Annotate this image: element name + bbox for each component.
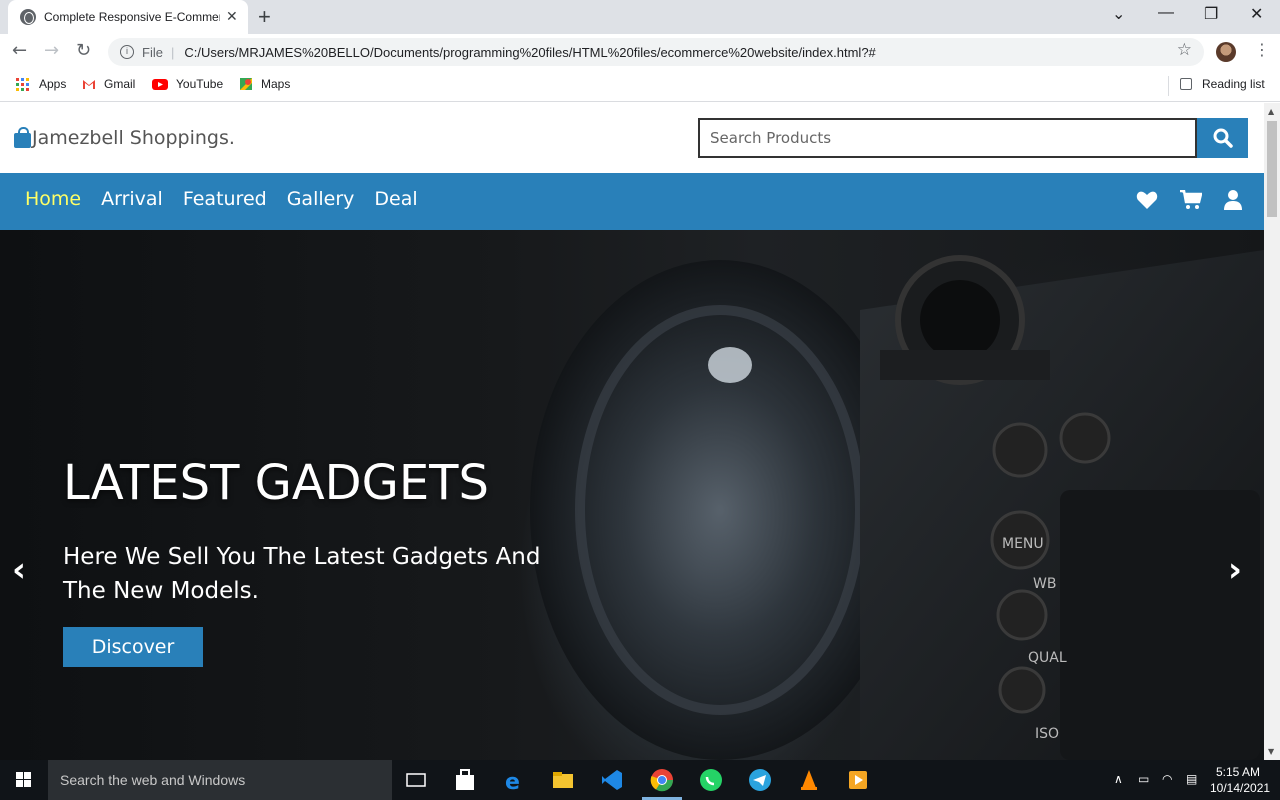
search-icon <box>1213 128 1233 148</box>
browser-tab-strip: Complete Responsive E-Commerce ✕ + ⌄ — ❐… <box>0 0 1280 34</box>
url-separator: | <box>170 44 175 60</box>
bookmark-apps[interactable]: Apps <box>16 77 66 91</box>
nav-links: Home Arrival Featured Gallery Deal <box>25 188 418 210</box>
reload-icon[interactable]: ↻ <box>76 40 91 61</box>
file-explorer-icon[interactable] <box>551 768 575 792</box>
bookmarks-bar: Apps Gmail YouTube Maps Reading list <box>0 70 1280 102</box>
address-bar-row: ← → ↻ i File | C:/Users/MRJAMES%20BELLO/… <box>0 34 1280 70</box>
minimize-button[interactable]: — <box>1158 4 1174 22</box>
tab-search-icon[interactable]: ⌄ <box>1112 4 1125 24</box>
edge-icon[interactable]: e <box>502 768 526 792</box>
url-scheme-label: File <box>142 44 163 60</box>
page-scrollbar[interactable]: ▲ ▼ <box>1264 103 1280 760</box>
bookmarks-divider <box>1168 76 1169 96</box>
svg-text:e: e <box>505 770 520 792</box>
user-icon[interactable] <box>1224 190 1242 210</box>
bookmark-label: Apps <box>39 77 67 91</box>
whatsapp-icon[interactable] <box>699 768 723 792</box>
bookmark-label: Maps <box>261 77 291 91</box>
discover-button[interactable]: Discover <box>63 627 203 667</box>
shopping-bag-icon <box>14 126 31 148</box>
gmail-icon <box>83 80 95 89</box>
restore-button[interactable]: ❐ <box>1204 4 1218 24</box>
apps-grid-icon <box>16 77 29 91</box>
tab-close-button[interactable]: ✕ <box>226 9 238 25</box>
maps-icon <box>240 78 252 90</box>
search-input[interactable] <box>698 118 1197 158</box>
camera-label-menu: MENU <box>1002 536 1044 552</box>
forward-icon[interactable]: → <box>44 40 59 61</box>
camera-label-qual: QUAL <box>1028 650 1067 666</box>
slider-prev-icon[interactable]: ‹ <box>12 550 26 590</box>
web-page: Jamezbell Shoppings. Home Arrival Featur… <box>0 103 1264 760</box>
reading-list-icon <box>1180 78 1192 90</box>
site-header: Jamezbell Shoppings. <box>0 103 1264 173</box>
camera-label-wb: WB <box>1033 576 1056 592</box>
cart-icon[interactable] <box>1180 190 1202 210</box>
close-window-button[interactable]: ✕ <box>1250 4 1263 24</box>
bookmark-label: YouTube <box>176 77 224 91</box>
tray-date[interactable]: 10/14/2021 <box>1210 781 1270 795</box>
tray-chevron-icon[interactable]: ∧ <box>1114 772 1123 786</box>
bookmark-label: Gmail <box>104 77 136 91</box>
logo-text: Jamezbell Shoppings. <box>32 127 235 149</box>
battery-icon[interactable]: ▭ <box>1138 772 1149 786</box>
task-view-icon[interactable] <box>404 768 428 792</box>
store-icon[interactable] <box>453 768 477 792</box>
back-icon[interactable]: ← <box>12 40 27 61</box>
url-text: C:/Users/MRJAMES%20BELLO/Documents/progr… <box>184 44 876 60</box>
main-navbar: Home Arrival Featured Gallery Deal <box>0 173 1264 230</box>
scroll-down-icon[interactable]: ▼ <box>1268 747 1274 756</box>
wifi-icon[interactable]: ◠ <box>1162 772 1172 786</box>
scrollbar-thumb[interactable] <box>1267 121 1277 217</box>
new-tab-button[interactable]: + <box>258 4 271 30</box>
bookmark-gmail[interactable]: Gmail <box>82 77 135 91</box>
windows-start-icon[interactable] <box>16 772 31 787</box>
windows-taskbar: Search the web and Windows e ∧ ▭ ◠ ▤ 5:1… <box>0 760 1280 800</box>
heart-icon[interactable] <box>1136 190 1158 210</box>
notifications-icon[interactable]: ▤ <box>1186 772 1197 786</box>
vlc-icon[interactable] <box>797 768 821 792</box>
reading-list-label: Reading list <box>1202 77 1265 91</box>
hero-subtitle: Here We Sell You The Latest Gadgets And … <box>63 544 541 604</box>
nav-link-home[interactable]: Home <box>25 188 81 210</box>
site-logo[interactable]: Jamezbell Shoppings. <box>14 126 235 149</box>
bookmark-star-icon[interactable]: ☆ <box>1177 40 1192 60</box>
slider-next-icon[interactable]: › <box>1228 550 1242 590</box>
youtube-icon <box>152 79 168 90</box>
bookmark-maps[interactable]: Maps <box>239 77 290 91</box>
nav-link-gallery[interactable]: Gallery <box>287 188 355 210</box>
globe-icon <box>20 9 36 25</box>
nav-link-arrival[interactable]: Arrival <box>101 188 163 210</box>
nav-link-featured[interactable]: Featured <box>183 188 267 210</box>
menu-kebab-icon[interactable]: ⋮ <box>1254 40 1270 59</box>
info-icon[interactable]: i <box>120 45 134 59</box>
profile-avatar[interactable] <box>1216 42 1236 62</box>
telegram-icon[interactable] <box>748 768 772 792</box>
chrome-icon[interactable] <box>650 768 674 792</box>
vscode-icon[interactable] <box>600 768 624 792</box>
search-button[interactable] <box>1197 118 1248 158</box>
tab-title: Complete Responsive E-Commerce <box>44 10 220 24</box>
media-player-icon[interactable] <box>846 768 870 792</box>
nav-link-deal[interactable]: Deal <box>374 188 417 210</box>
hero-slider: MENU WB QUAL ISO LATEST GADGETS Here We … <box>0 230 1264 760</box>
bookmark-youtube[interactable]: YouTube <box>152 77 223 91</box>
browser-tab[interactable]: Complete Responsive E-Commerce ✕ <box>8 0 248 34</box>
search-form <box>698 118 1248 158</box>
camera-label-iso: ISO <box>1035 726 1059 742</box>
taskbar-search[interactable]: Search the web and Windows <box>48 760 392 800</box>
tray-time[interactable]: 5:15 AM <box>1216 765 1260 779</box>
hero-title: LATEST GADGETS <box>63 455 489 511</box>
url-field[interactable]: i File | C:/Users/MRJAMES%20BELLO/Docume… <box>108 38 1204 66</box>
reading-list-button[interactable]: Reading list <box>1180 77 1265 91</box>
scroll-up-icon[interactable]: ▲ <box>1268 107 1274 116</box>
nav-icons <box>1136 190 1242 210</box>
